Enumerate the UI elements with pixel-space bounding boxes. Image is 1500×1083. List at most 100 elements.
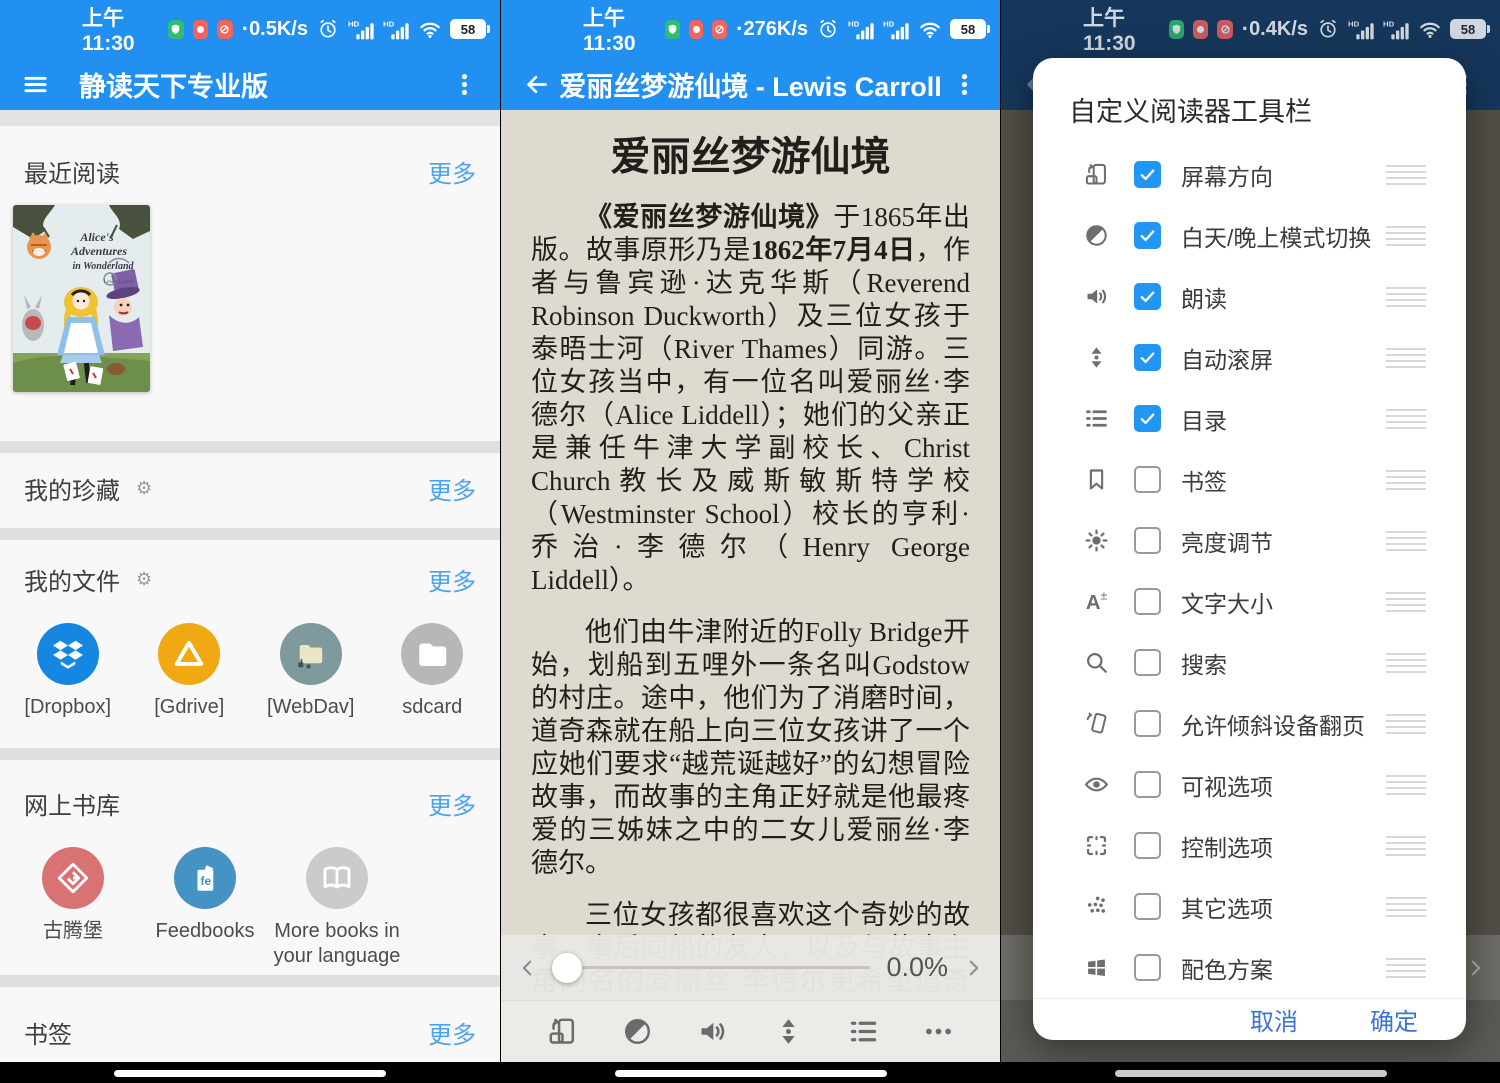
toolbar-item-visual-options[interactable]: 可视选项 <box>1033 754 1466 815</box>
file-source-gdrive[interactable]: [Gdrive] <box>129 623 251 720</box>
drag-handle[interactable] <box>1386 653 1426 673</box>
checkbox[interactable] <box>1134 649 1161 676</box>
cancel-button[interactable]: 取消 <box>1250 1002 1298 1037</box>
progress-slider[interactable] <box>555 966 870 969</box>
toolbar-item-screen-orientation[interactable]: 屏幕方向 <box>1033 144 1466 205</box>
dialog-title: 自定义阅读器工具栏 <box>1033 58 1466 144</box>
drag-handle[interactable] <box>1386 714 1426 734</box>
drag-handle[interactable] <box>1386 165 1426 185</box>
checkbox[interactable] <box>1134 527 1161 554</box>
signal-icon <box>1383 18 1410 40</box>
checkbox[interactable] <box>1134 710 1161 737</box>
gutenberg-icon <box>42 847 104 909</box>
toolbar-item-bookmark[interactable]: 书签 <box>1033 449 1466 510</box>
day-night-icon[interactable] <box>621 1015 654 1048</box>
drag-handle[interactable] <box>1386 287 1426 307</box>
checkbox[interactable] <box>1134 222 1161 249</box>
search-icon <box>1083 649 1110 676</box>
toolbar-item-toc[interactable]: 目录 <box>1033 388 1466 449</box>
drag-handle[interactable] <box>1386 836 1426 856</box>
speaker-icon[interactable] <box>696 1015 729 1048</box>
checkbox[interactable] <box>1134 405 1161 432</box>
home-indicator[interactable] <box>615 1070 887 1077</box>
back-arrow-icon[interactable] <box>523 71 550 98</box>
netlib-more-books[interactable]: More books in your language <box>271 847 403 969</box>
checkbox[interactable] <box>1134 771 1161 798</box>
drag-handle[interactable] <box>1386 531 1426 551</box>
auto-scroll-icon[interactable] <box>772 1015 805 1048</box>
drag-handle[interactable] <box>1386 348 1426 368</box>
checkbox[interactable] <box>1134 161 1161 188</box>
toolbar-item-day-night[interactable]: 白天/晚上模式切换 <box>1033 205 1466 266</box>
bookmark-icon <box>1083 466 1110 493</box>
section-title: 书签 <box>24 1015 72 1050</box>
home-indicator[interactable] <box>1115 1070 1387 1077</box>
toc-list-icon[interactable] <box>847 1015 880 1048</box>
more-link[interactable]: 更多 <box>428 562 476 597</box>
paragraph: 他们由牛津附近的Folly Bridge开始，划船到五哩外一条名叫Godstow… <box>531 616 970 880</box>
home-indicator[interactable] <box>114 1070 386 1077</box>
library-content: 最近阅读 更多 <box>0 110 500 1062</box>
overflow-menu-icon[interactable] <box>451 71 478 98</box>
toolbar-item-tts[interactable]: 朗读 <box>1033 266 1466 327</box>
toolbar-item-auto-scroll[interactable]: 自动滚屏 <box>1033 327 1466 388</box>
drag-handle[interactable] <box>1386 775 1426 795</box>
feedbooks-icon <box>174 847 236 909</box>
toolbar-item-search[interactable]: 搜索 <box>1033 632 1466 693</box>
overflow-menu-icon[interactable] <box>951 71 978 98</box>
hamburger-menu-icon[interactable] <box>22 71 49 98</box>
ok-button[interactable]: 确定 <box>1370 1002 1418 1037</box>
panel-reader: 上午11:30 · 276K/s 58 爱丽丝梦游仙境 - Lewis Carr… <box>500 0 1000 1083</box>
file-source-webdav[interactable]: [WebDav] <box>250 623 372 720</box>
checkbox[interactable] <box>1134 893 1161 920</box>
netlib-feedbooks[interactable]: Feedbooks <box>139 847 271 969</box>
file-source-dropbox[interactable]: [Dropbox] <box>7 623 129 720</box>
drag-handle[interactable] <box>1386 409 1426 429</box>
more-link[interactable]: 更多 <box>428 1015 476 1050</box>
netlib-gutenberg[interactable]: 古腾堡 <box>7 847 139 969</box>
toolbar-item-brightness[interactable]: 亮度调节 <box>1033 510 1466 571</box>
checkbox[interactable] <box>1134 832 1161 859</box>
more-link[interactable]: 更多 <box>428 471 476 506</box>
toolbar-item-tilt-page-turn[interactable]: 允许倾斜设备翻页 <box>1033 693 1466 754</box>
app-title: 静读天下专业版 <box>79 65 268 104</box>
app-bar: 静读天下专业版 <box>0 58 500 110</box>
reading-page[interactable]: 爱丽丝梦游仙境 《爱丽丝梦游仙境》于1865年出版。故事原形乃是1862年7月4… <box>501 110 1000 1062</box>
status-bar: 上午11:30 · 0.4K/s 58 <box>1001 0 1500 58</box>
toolbar-item-color-scheme[interactable]: 配色方案 <box>1033 937 1466 998</box>
dropbox-icon <box>37 623 99 685</box>
drag-handle[interactable] <box>1386 958 1426 978</box>
drag-handle[interactable] <box>1386 226 1426 246</box>
text-size-icon <box>1083 588 1110 615</box>
gear-icon[interactable]: ⚙ <box>136 478 152 499</box>
screen-rotation-icon[interactable] <box>546 1015 579 1048</box>
checkbox[interactable] <box>1134 588 1161 615</box>
toolbar-item-text-size[interactable]: 文字大小 <box>1033 571 1466 632</box>
signal-icon <box>1348 18 1375 40</box>
gear-icon[interactable]: ⚙ <box>136 569 152 590</box>
notification-shield-icon <box>1169 20 1184 39</box>
next-chapter-icon[interactable] <box>962 957 984 979</box>
prev-chapter-icon[interactable] <box>517 957 539 979</box>
notification-circle-icon <box>1193 20 1208 39</box>
signal-icon <box>383 18 410 40</box>
cover-title-line1: Alice's <box>79 230 114 244</box>
slider-knob[interactable] <box>552 953 582 983</box>
section-recent-reading: 最近阅读 更多 <box>0 126 500 441</box>
toolbar-item-misc-options[interactable]: 其它选项 <box>1033 876 1466 937</box>
drag-handle[interactable] <box>1386 897 1426 917</box>
more-link[interactable]: 更多 <box>428 786 476 821</box>
checkbox[interactable] <box>1134 344 1161 371</box>
more-link[interactable]: 更多 <box>428 154 476 189</box>
toc-list-icon <box>1083 405 1110 432</box>
book-cover-alice[interactable]: Alice's Adventures in Wonderland Lewis C… <box>13 205 150 392</box>
toolbar-item-control-options[interactable]: 控制选项 <box>1033 815 1466 876</box>
checkbox[interactable] <box>1134 954 1161 981</box>
more-options-icon[interactable] <box>922 1015 955 1048</box>
drag-handle[interactable] <box>1386 592 1426 612</box>
drag-handle[interactable] <box>1386 470 1426 490</box>
checkbox[interactable] <box>1134 466 1161 493</box>
brightness-icon <box>1083 527 1110 554</box>
file-source-sdcard[interactable]: sdcard <box>372 623 494 720</box>
checkbox[interactable] <box>1134 283 1161 310</box>
